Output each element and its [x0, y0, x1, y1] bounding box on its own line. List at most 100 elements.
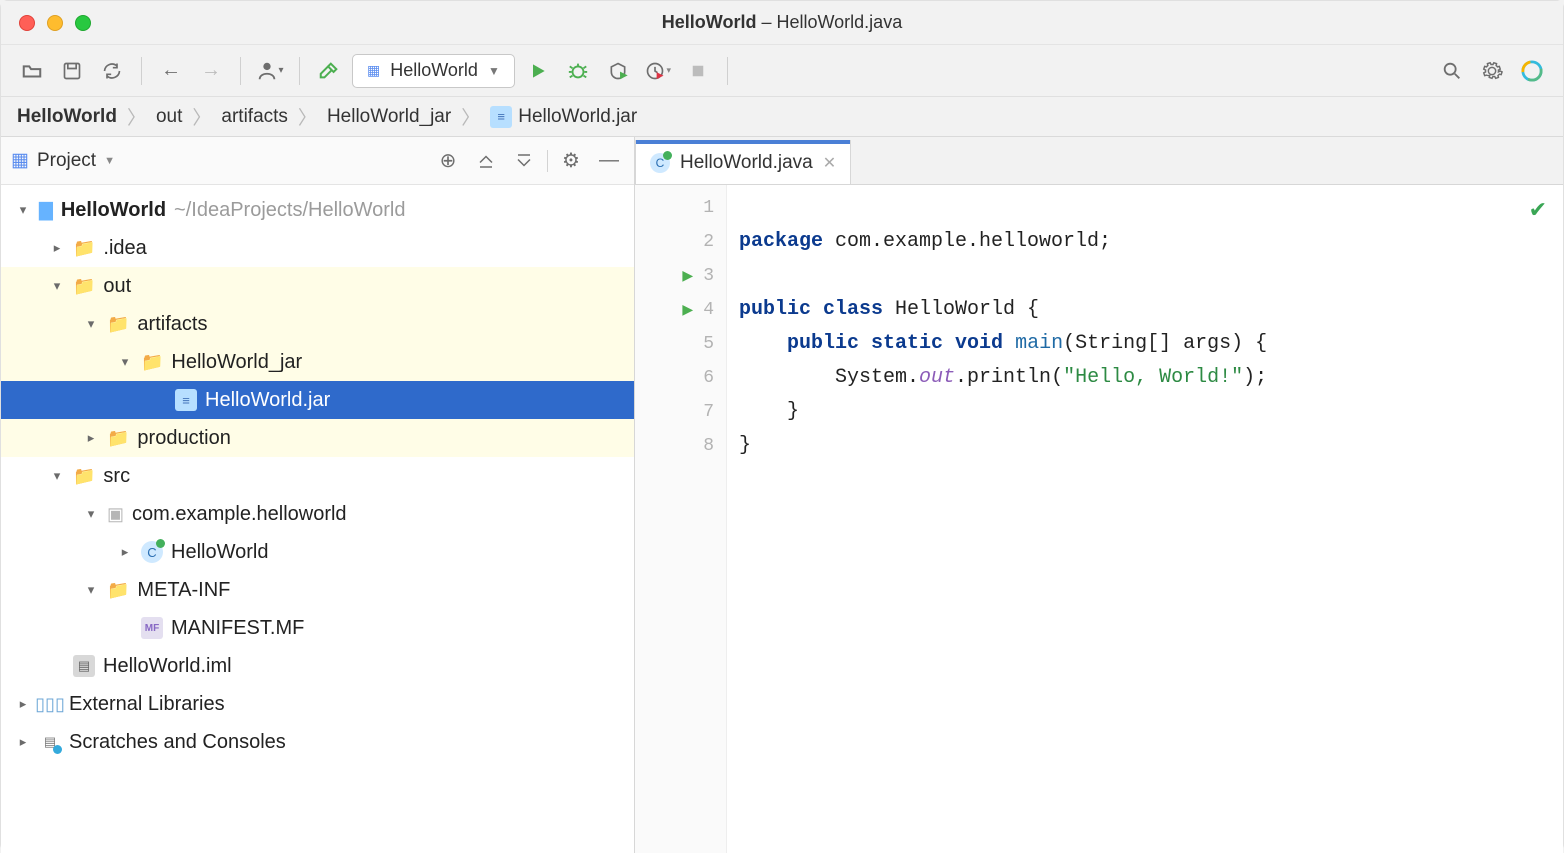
chevron-down-icon: ▼ [488, 64, 500, 78]
folder-icon: 📁 [73, 276, 95, 297]
config-icon: ▦ [367, 62, 380, 79]
jar-icon: ≡ [490, 106, 512, 128]
tree-item-manifest[interactable]: ▾ MF MANIFEST.MF [1, 609, 634, 647]
tree-item-production[interactable]: ▸ 📁 production [1, 419, 634, 457]
module-folder-icon: ▇ [39, 200, 53, 221]
breadcrumb: HelloWorld 〉 out 〉 artifacts 〉 HelloWorl… [1, 97, 1563, 137]
tree-item-package[interactable]: ▾ ▣ com.example.helloworld [1, 495, 634, 533]
folder-icon: 📁 [107, 428, 129, 449]
libraries-icon: ▯▯▯ [39, 693, 61, 715]
run-gutter-icon[interactable]: ▶ [682, 302, 693, 319]
chevron-down-icon[interactable]: ▾ [83, 316, 99, 332]
main-toolbar: ← → ▾ ▦ HelloWorld ▼ ▶ ▶▾ [1, 45, 1563, 97]
run-gutter-icon[interactable]: ▶ [682, 268, 693, 285]
hide-sidebar-icon[interactable]: — [594, 146, 624, 176]
settings-gear-icon[interactable] [1475, 54, 1509, 88]
run-play-icon[interactable] [521, 54, 555, 88]
chevron-down-icon[interactable]: ▾ [49, 468, 65, 484]
sidebar-header: ▦ Project ▼ ⊕ ⚙ — [1, 137, 634, 185]
open-file-icon[interactable] [15, 54, 49, 88]
toolbar-separator [141, 57, 142, 85]
debug-bug-icon[interactable] [561, 54, 595, 88]
breadcrumb-item[interactable]: out [156, 106, 182, 128]
code-text[interactable]: package com.example.helloworld; public c… [727, 185, 1563, 853]
chevron-down-icon[interactable]: ▾ [83, 506, 99, 522]
source-folder-icon: 📁 [73, 466, 95, 487]
package-icon: ▣ [107, 504, 124, 525]
project-tree: ▾ ▇ HelloWorld~/IdeaProjects/HelloWorld … [1, 185, 634, 853]
run-config-label: HelloWorld [390, 60, 478, 81]
chevron-right-icon[interactable]: ▸ [15, 734, 31, 750]
tab-label: HelloWorld.java [680, 152, 813, 174]
java-class-icon: C [650, 153, 670, 173]
jetbrains-logo-icon[interactable] [1515, 54, 1549, 88]
tree-item-external-libs[interactable]: ▸ ▯▯▯ External Libraries [1, 685, 634, 723]
chevron-down-icon[interactable]: ▾ [83, 582, 99, 598]
iml-file-icon: ▤ [73, 655, 95, 677]
tree-item-meta-inf[interactable]: ▾ 📁 META-INF [1, 571, 634, 609]
forward-arrow-icon[interactable]: → [194, 54, 228, 88]
line-number[interactable]: 6 [635, 361, 726, 395]
tree-item-iml[interactable]: ▾ ▤ HelloWorld.iml [1, 647, 634, 685]
stop-icon[interactable] [681, 54, 715, 88]
chevron-right-icon: 〉 [192, 103, 211, 130]
chevron-right-icon[interactable]: ▸ [15, 696, 31, 712]
tree-item-class[interactable]: ▸ C HelloWorld [1, 533, 634, 571]
close-tab-icon[interactable]: ✕ [823, 153, 836, 173]
coverage-icon[interactable]: ▶ [601, 54, 635, 88]
chevron-down-icon[interactable]: ▾ [117, 354, 133, 370]
breadcrumb-item[interactable]: ≡ HelloWorld.jar [490, 106, 637, 128]
editor-tab[interactable]: C HelloWorld.java ✕ [635, 140, 851, 184]
breadcrumb-item[interactable]: HelloWorld_jar [327, 106, 451, 128]
expand-all-icon[interactable] [471, 146, 501, 176]
tree-item-jar[interactable]: ▾ ≡ HelloWorld.jar [1, 381, 634, 419]
toolbar-separator [299, 57, 300, 85]
chevron-down-icon[interactable]: ▾ [49, 278, 65, 294]
tree-item-artifacts[interactable]: ▾ 📁 artifacts [1, 305, 634, 343]
search-icon[interactable] [1435, 54, 1469, 88]
line-number[interactable]: ▶3 [635, 259, 726, 293]
build-hammer-icon[interactable] [312, 54, 346, 88]
tree-item-scratches[interactable]: ▸ ▤ Scratches and Consoles [1, 723, 634, 761]
breadcrumb-item[interactable]: artifacts [221, 106, 288, 128]
java-class-icon: C [141, 541, 163, 563]
profiler-icon[interactable]: ▶▾ [641, 54, 675, 88]
breadcrumb-item[interactable]: HelloWorld [17, 106, 117, 128]
window-title: HelloWorld – HelloWorld.java [1, 12, 1563, 33]
line-number[interactable]: ▶4 [635, 293, 726, 327]
sidebar-settings-gear-icon[interactable]: ⚙ [556, 146, 586, 176]
analysis-ok-icon[interactable]: ✔ [1529, 195, 1547, 229]
sync-icon[interactable] [95, 54, 129, 88]
line-number[interactable]: 2 [635, 225, 726, 259]
line-number[interactable]: 7 [635, 395, 726, 429]
tree-root[interactable]: ▾ ▇ HelloWorld~/IdeaProjects/HelloWorld [1, 191, 634, 229]
tree-item-out[interactable]: ▾ 📁 out [1, 267, 634, 305]
chevron-right-icon[interactable]: ▸ [117, 544, 133, 560]
toolbar-separator [240, 57, 241, 85]
tree-item-idea[interactable]: ▸ 📁 .idea [1, 229, 634, 267]
project-view-selector[interactable]: ▦ Project ▼ [11, 149, 115, 172]
tree-item-jar-dir[interactable]: ▾ 📁 HelloWorld_jar [1, 343, 634, 381]
locate-file-icon[interactable]: ⊕ [433, 146, 463, 176]
chevron-right-icon: 〉 [298, 103, 317, 130]
tree-item-src[interactable]: ▾ 📁 src [1, 457, 634, 495]
folder-icon: 📁 [73, 238, 95, 259]
code-area: 1 2 ▶3 ▶4 5 6 7 8 package com.example.he… [635, 185, 1563, 853]
chevron-right-icon: 〉 [461, 103, 480, 130]
vcs-icon[interactable]: ▾ [253, 54, 287, 88]
chevron-down-icon[interactable]: ▾ [15, 202, 31, 218]
collapse-all-icon[interactable] [509, 146, 539, 176]
line-number[interactable]: 1 [635, 191, 726, 225]
line-number[interactable]: 8 [635, 429, 726, 463]
save-icon[interactable] [55, 54, 89, 88]
back-arrow-icon[interactable]: ← [154, 54, 188, 88]
line-number[interactable]: 5 [635, 327, 726, 361]
chevron-right-icon[interactable]: ▸ [83, 430, 99, 446]
run-config-selector[interactable]: ▦ HelloWorld ▼ [352, 54, 515, 88]
editor-tab-bar: C HelloWorld.java ✕ [635, 137, 1563, 185]
folder-icon: 📁 [107, 314, 129, 335]
gutter: 1 2 ▶3 ▶4 5 6 7 8 [635, 185, 727, 853]
chevron-right-icon[interactable]: ▸ [49, 240, 65, 256]
folder-icon: 📁 [107, 580, 129, 601]
project-sidebar: ▦ Project ▼ ⊕ ⚙ — ▾ ▇ HelloWorld~/IdeaPr… [1, 137, 635, 853]
